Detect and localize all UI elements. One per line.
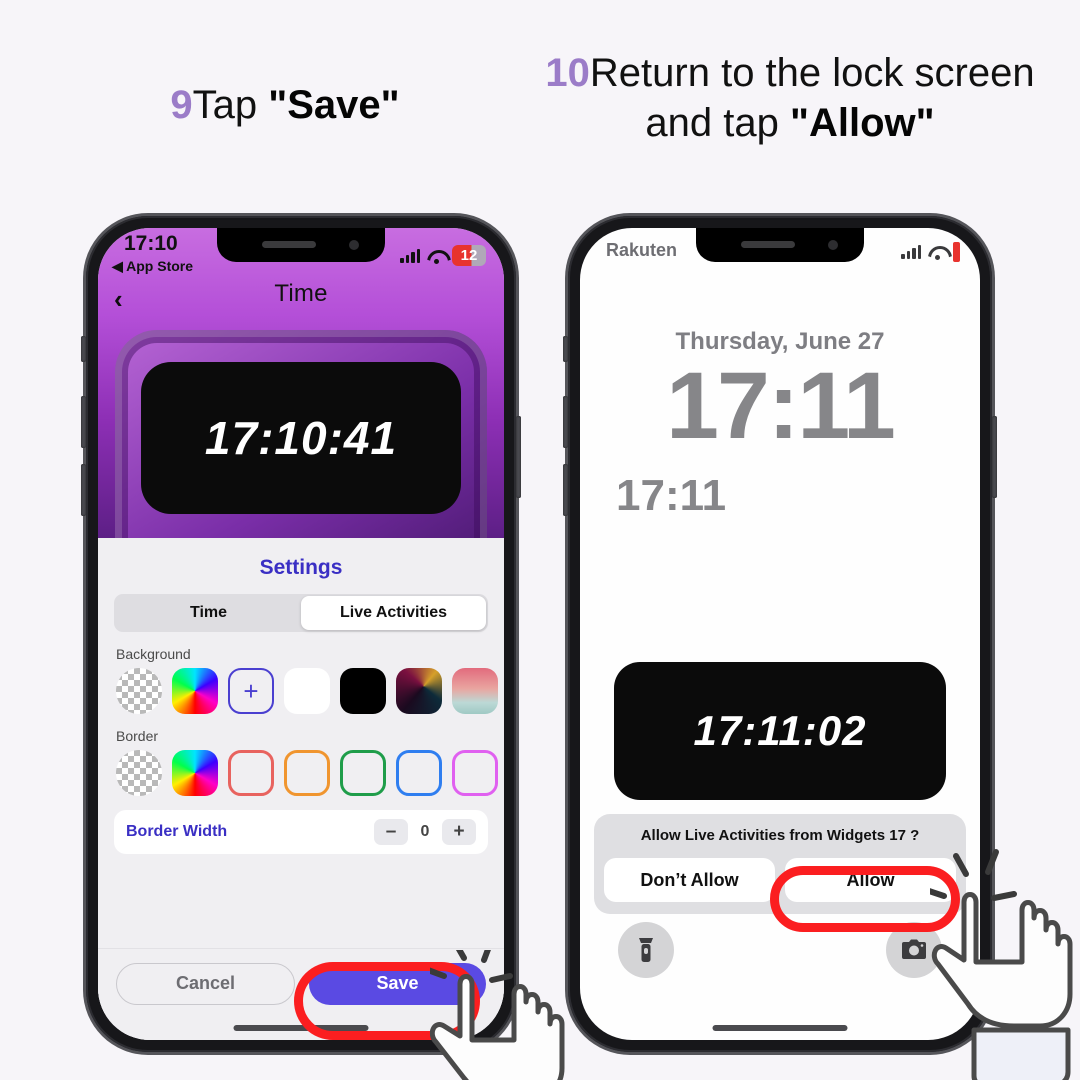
border-swatch-row bbox=[98, 750, 504, 796]
step-9-text: Tap bbox=[192, 83, 269, 127]
step-10-text-line1: Return to the lock screen bbox=[589, 51, 1035, 95]
battery-low-icon bbox=[953, 242, 960, 262]
tab-time[interactable]: Time bbox=[116, 596, 301, 630]
border-swatch-orange[interactable] bbox=[284, 750, 330, 796]
step-9-number: 9 bbox=[170, 83, 193, 127]
live-activity-widget[interactable]: 17:11:02 bbox=[614, 662, 946, 800]
settings-title: Settings bbox=[259, 556, 343, 579]
right-phone-mockup: Rakuten Thursday, June 27 17:11 17:11 17… bbox=[563, 216, 997, 1052]
border-width-decrement-button[interactable]: – bbox=[374, 819, 408, 845]
app-preview-area: 17:10 ◀ App Store 12 ‹ Time 17:10:41 bbox=[98, 228, 504, 560]
volume-down-button[interactable] bbox=[81, 464, 86, 516]
wifi-icon bbox=[427, 249, 445, 264]
background-swatch-row: + bbox=[98, 668, 504, 714]
alert-message: Allow Live Activities from Widgets 17 ? bbox=[640, 827, 920, 844]
power-button[interactable] bbox=[516, 416, 521, 498]
carrier-label: Rakuten bbox=[606, 240, 678, 260]
border-width-row: Border Width – 0 + bbox=[114, 810, 488, 854]
status-time: 17:10 bbox=[124, 232, 178, 255]
border-swatch-transparent-checker[interactable] bbox=[116, 750, 162, 796]
earpiece-speaker-icon bbox=[741, 241, 795, 248]
lock-screen-date: Thursday, June 27 bbox=[675, 328, 885, 355]
back-to-app-store-link[interactable]: ◀ App Store bbox=[112, 258, 193, 275]
border-swatch-rainbow[interactable] bbox=[172, 750, 218, 796]
status-indicators bbox=[901, 242, 960, 262]
border-swatch-magenta[interactable] bbox=[452, 750, 498, 796]
mute-switch[interactable] bbox=[81, 336, 86, 362]
left-nav-bar: ‹ Time bbox=[98, 280, 504, 322]
tab-live-activities[interactable]: Live Activities bbox=[301, 596, 486, 630]
mute-switch[interactable] bbox=[563, 336, 568, 362]
bg-swatch-rainbow[interactable] bbox=[172, 668, 218, 714]
bg-swatch-white[interactable] bbox=[284, 668, 330, 714]
left-phone-mockup: 17:10 ◀ App Store 12 ‹ Time 17:10:41 Set… bbox=[81, 216, 521, 1052]
power-button[interactable] bbox=[992, 416, 997, 498]
notch bbox=[217, 228, 385, 262]
battery-badge: 12 bbox=[452, 245, 486, 266]
page-title: Time bbox=[274, 280, 328, 307]
bg-swatch-add-custom-plus-icon[interactable]: + bbox=[228, 668, 274, 714]
bg-swatch-transparent-checker[interactable] bbox=[116, 668, 162, 714]
cellular-bars-icon bbox=[901, 245, 921, 259]
status-indicators: 12 bbox=[400, 245, 486, 266]
permission-alert: Allow Live Activities from Widgets 17 ? … bbox=[594, 814, 966, 915]
lock-screen-clock: 17:11 bbox=[666, 353, 896, 459]
chevron-left-icon[interactable]: ‹ bbox=[114, 284, 123, 315]
step-10-caption: 10Return to the lock screen and tap "All… bbox=[505, 48, 1075, 148]
border-section-label: Border bbox=[116, 728, 159, 744]
dont-allow-button[interactable]: Don’t Allow bbox=[604, 858, 775, 903]
step-9-highlight: "Save" bbox=[268, 83, 400, 127]
front-camera-icon bbox=[349, 240, 359, 250]
front-camera-icon bbox=[828, 240, 838, 250]
step-9-caption: 9Tap "Save" bbox=[60, 80, 510, 130]
lock-screen-widget-time: 17:11 bbox=[616, 471, 727, 521]
lock-screen-controls bbox=[580, 922, 980, 982]
border-width-increment-button[interactable]: + bbox=[442, 819, 476, 845]
volume-up-button[interactable] bbox=[81, 396, 86, 448]
tap-hand-cursor-left bbox=[430, 950, 565, 1080]
home-indicator[interactable] bbox=[712, 1025, 848, 1031]
step-10-text-line2: and tap bbox=[645, 101, 790, 145]
settings-tabs: Time Live Activities bbox=[114, 594, 488, 632]
cellular-bars-icon bbox=[400, 248, 420, 263]
right-phone-screen: Rakuten Thursday, June 27 17:11 17:11 17… bbox=[580, 228, 980, 1040]
step-10-number: 10 bbox=[545, 51, 590, 95]
border-swatch-red[interactable] bbox=[228, 750, 274, 796]
bg-swatch-black[interactable] bbox=[340, 668, 386, 714]
volume-up-button[interactable] bbox=[563, 396, 568, 448]
earpiece-speaker-icon bbox=[262, 241, 316, 248]
left-phone-screen: 17:10 ◀ App Store 12 ‹ Time 17:10:41 Set… bbox=[98, 228, 504, 1040]
wifi-icon bbox=[928, 245, 946, 260]
flashlight-icon[interactable] bbox=[618, 922, 674, 978]
live-activity-time: 17:11:02 bbox=[693, 707, 867, 754]
bg-swatch-dark-aurora[interactable] bbox=[396, 668, 442, 714]
home-indicator[interactable] bbox=[233, 1025, 369, 1031]
notch bbox=[696, 228, 864, 262]
border-swatch-green[interactable] bbox=[340, 750, 386, 796]
border-width-label: Border Width bbox=[126, 823, 228, 840]
border-width-stepper: – 0 + bbox=[374, 819, 476, 845]
border-swatch-blue[interactable] bbox=[396, 750, 442, 796]
cancel-button[interactable]: Cancel bbox=[116, 962, 295, 1005]
preview-widget-time: 17:10:41 bbox=[204, 412, 398, 464]
background-section-label: Background bbox=[116, 646, 191, 662]
alert-buttons: Don’t Allow Allow bbox=[604, 858, 956, 903]
widget-preview-mockup: 17:10:41 bbox=[115, 330, 487, 560]
bg-swatch-sky-gradient[interactable] bbox=[452, 668, 498, 714]
step-10-highlight: "Allow" bbox=[789, 101, 935, 145]
preview-live-activity-widget: 17:10:41 bbox=[141, 362, 461, 514]
volume-down-button[interactable] bbox=[563, 464, 568, 516]
border-width-value: 0 bbox=[420, 823, 430, 840]
tap-hand-cursor-right bbox=[930, 849, 1073, 1080]
